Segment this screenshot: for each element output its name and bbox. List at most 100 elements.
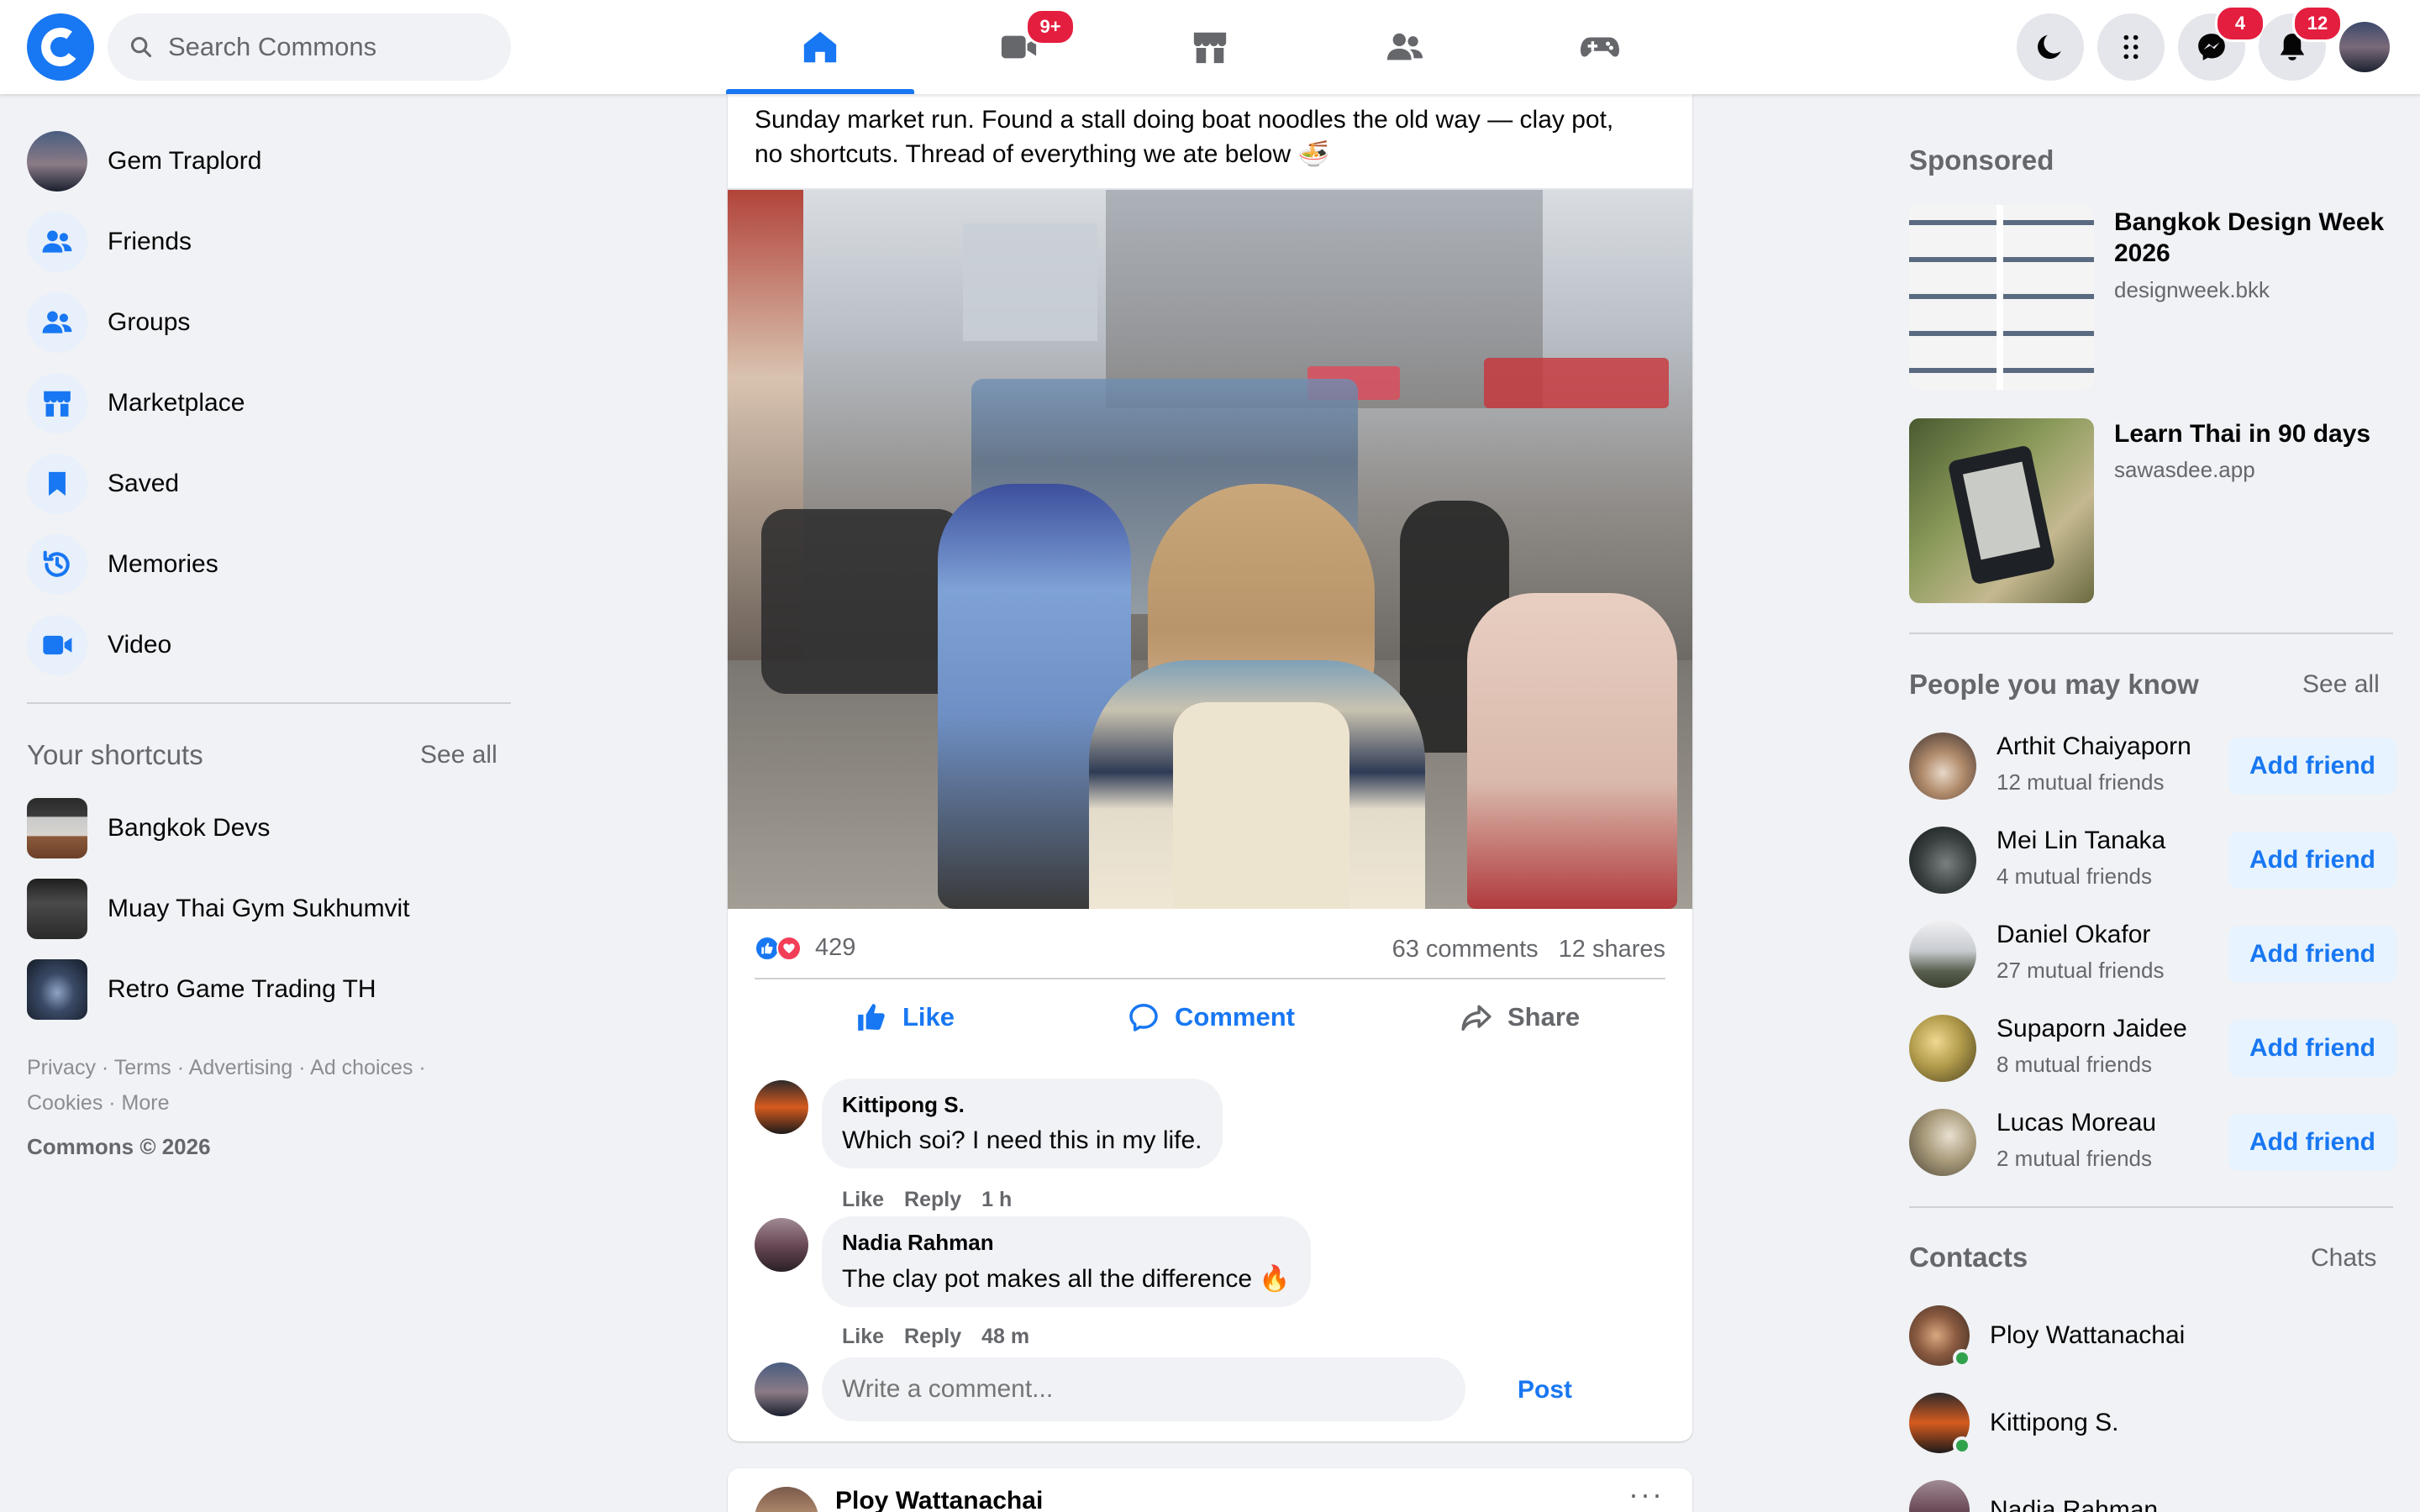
person-name[interactable]: Mei Lin Tanaka	[1996, 827, 2165, 855]
avatar[interactable]	[1909, 921, 1976, 988]
like-button[interactable]: Like	[855, 1001, 955, 1033]
comment-label: Comment	[1175, 1002, 1295, 1032]
share-icon	[1461, 1005, 1491, 1031]
comment-icon	[1129, 1004, 1158, 1032]
privacy-link[interactable]: Privacy	[27, 1056, 96, 1079]
sidebar-item-video[interactable]: Video	[27, 612, 514, 679]
messages-badge: 4	[2215, 5, 2265, 42]
comment-like-link[interactable]: Like	[842, 1325, 884, 1349]
post-text-line: no shortcuts. Thread of everything we at…	[755, 140, 1329, 168]
shortcut-label: Muay Thai Gym Sukhumvit	[108, 895, 410, 922]
sidebar-item-saved[interactable]: Saved	[27, 450, 514, 517]
tab-gaming[interactable]	[1506, 0, 1694, 94]
sidebar-item-marketplace[interactable]: Marketplace	[27, 370, 514, 437]
memories-icon	[43, 550, 70, 577]
comment-reply-link[interactable]: Reply	[904, 1188, 961, 1212]
contact-name: Nadia Rahman	[1990, 1496, 2159, 1512]
thumbs-up-icon	[858, 1004, 885, 1031]
comment-like-link[interactable]: Like	[842, 1188, 884, 1212]
ad-title[interactable]: Learn Thai in 90 days	[2114, 420, 2370, 449]
right-divider	[1909, 1206, 2393, 1208]
sidebar-item-label: Friends	[108, 228, 192, 255]
avatar[interactable]	[755, 1487, 818, 1512]
dark-mode-button[interactable]	[2017, 13, 2084, 81]
feed-post: Sunday market run. Found a stall doing b…	[728, 94, 1692, 1441]
grid-menu-icon	[2123, 34, 2139, 60]
search-box[interactable]	[108, 13, 511, 81]
feed-post-next: Ploy Wattanachai ···	[728, 1468, 1692, 1512]
comment-text: The clay pot makes all the difference 🔥	[842, 1265, 1291, 1293]
sidebar-profile[interactable]: Gem Traplord	[27, 128, 514, 195]
comment-author[interactable]: Kittipong S.	[842, 1092, 1202, 1118]
tab-marketplace[interactable]	[1116, 0, 1304, 94]
contact-item[interactable]: Ploy Wattanachai	[1909, 1302, 2396, 1369]
terms-link[interactable]: Terms	[114, 1056, 171, 1079]
share-label: Share	[1507, 1002, 1581, 1032]
cookies-link[interactable]: Cookies	[27, 1091, 103, 1115]
avatar[interactable]	[1909, 827, 1976, 894]
person-name[interactable]: Supaporn Jaidee	[1996, 1015, 2187, 1043]
post-text: Sunday market run. Found a stall doing b…	[755, 102, 1670, 171]
more-link[interactable]: More	[122, 1091, 170, 1115]
post-author[interactable]: Ploy Wattanachai	[835, 1487, 1043, 1512]
add-friend-button[interactable]: Add friend	[2228, 738, 2396, 795]
pymk-see-all-link[interactable]: See all	[2302, 670, 2380, 699]
comment-reply-link[interactable]: Reply	[904, 1325, 961, 1349]
avatar[interactable]	[1909, 732, 1976, 800]
add-friend-button[interactable]: Add friend	[2228, 832, 2396, 889]
avatar[interactable]	[755, 1218, 808, 1272]
avatar	[1909, 1393, 1971, 1455]
contact-item[interactable]: Nadia Rahman	[1909, 1477, 2396, 1512]
tab-groups[interactable]	[1311, 0, 1499, 94]
mutual-friends: 27 mutual friends	[1996, 958, 2165, 983]
avatar	[755, 1362, 808, 1416]
menu-button[interactable]	[2097, 13, 2165, 81]
shares-count-link[interactable]: 12 shares	[1559, 936, 1665, 963]
notifications-button[interactable]: 12	[2259, 5, 2343, 81]
app-logo[interactable]	[27, 13, 94, 81]
marketplace-icon	[1193, 32, 1227, 64]
share-button[interactable]: Share	[1460, 1001, 1580, 1033]
avatar	[1909, 1480, 1970, 1512]
ad-title[interactable]: Bangkok Design Week 2026	[2114, 207, 2384, 269]
shortcut-bangkok-devs[interactable]: Bangkok Devs	[27, 796, 514, 860]
contact-item[interactable]: Kittipong S.	[1909, 1389, 2396, 1457]
sidebar-item-friends[interactable]: Friends	[27, 208, 514, 276]
add-friend-button[interactable]: Add friend	[2228, 1114, 2396, 1171]
shortcut-label: Bangkok Devs	[108, 814, 271, 842]
avatar[interactable]	[1909, 1015, 1976, 1082]
comment-author[interactable]: Nadia Rahman	[842, 1230, 1291, 1256]
ad-choices-link[interactable]: Ad choices	[310, 1056, 413, 1079]
search-input[interactable]	[168, 32, 487, 62]
post-comment-button[interactable]: Post	[1518, 1376, 1572, 1404]
gamepad-icon	[1581, 37, 1619, 57]
account-avatar[interactable]	[2339, 22, 2390, 72]
avatar[interactable]	[755, 1080, 808, 1134]
advertising-link[interactable]: Advertising	[189, 1056, 293, 1079]
messenger-button[interactable]: 4	[2178, 5, 2265, 81]
chats-link[interactable]: Chats	[2311, 1244, 2376, 1273]
ad-thumbnail[interactable]	[1909, 418, 2094, 603]
person-name[interactable]: Lucas Moreau	[1996, 1109, 2156, 1137]
person-name[interactable]: Arthit Chaiyaporn	[1996, 732, 2191, 761]
tab-home[interactable]	[726, 0, 914, 94]
tab-video[interactable]: 9+	[924, 0, 1113, 94]
shortcut-retro-game-trading[interactable]: Retro Game Trading TH	[27, 958, 514, 1021]
person-name[interactable]: Daniel Okafor	[1996, 921, 2150, 949]
more-options-icon[interactable]: ···	[1628, 1477, 1664, 1512]
actions-divider	[755, 978, 1665, 979]
shortcuts-see-all-link[interactable]: See all	[420, 741, 497, 769]
reaction-summary[interactable]: 429	[755, 934, 855, 962]
ad-thumbnail[interactable]	[1909, 205, 2094, 390]
add-friend-button[interactable]: Add friend	[2228, 1020, 2396, 1077]
comments-count-link[interactable]: 63 comments	[1392, 936, 1539, 963]
ad-title-line: Bangkok Design Week	[2114, 208, 2385, 236]
avatar[interactable]	[1909, 1109, 1976, 1176]
add-friend-button[interactable]: Add friend	[2228, 926, 2396, 983]
sidebar-item-groups[interactable]: Groups	[27, 289, 514, 356]
shortcut-muay-thai-gym[interactable]: Muay Thai Gym Sukhumvit	[27, 877, 514, 941]
sidebar-item-memories[interactable]: Memories	[27, 531, 514, 598]
post-photo[interactable]	[728, 190, 1692, 909]
comment-input[interactable]	[822, 1357, 1465, 1421]
comment-button[interactable]: Comment	[1128, 1001, 1295, 1033]
